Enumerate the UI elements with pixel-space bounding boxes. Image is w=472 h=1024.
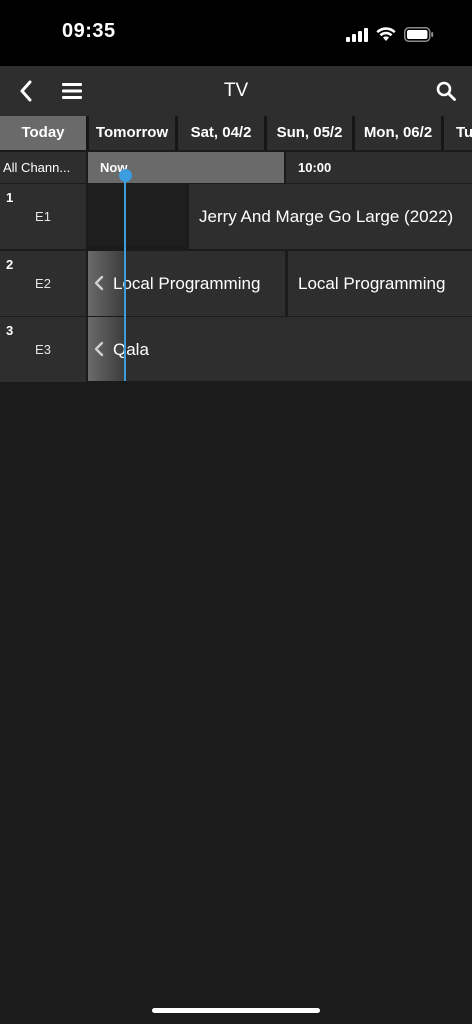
- channel-name: E1: [35, 209, 51, 224]
- program-cell[interactable]: Local Programming: [88, 251, 285, 316]
- channel-name: E2: [35, 276, 51, 291]
- battery-icon: [404, 27, 434, 42]
- program-title: Jerry And Marge Go Large (2022): [199, 207, 454, 226]
- day-tabs: Today Tomorrow Sat, 04/2 Sun, 05/2 Mon, …: [0, 116, 472, 150]
- status-icons: [346, 22, 434, 42]
- tab-sun[interactable]: Sun, 05/2: [267, 116, 352, 150]
- channel-row: 3 E3 Qala: [0, 317, 472, 382]
- channel-name: E3: [35, 342, 51, 357]
- signal-icon: [346, 28, 368, 42]
- now-indicator-line: [124, 176, 126, 381]
- channel-filter-dropdown[interactable]: All Chann...: [0, 152, 86, 183]
- time-slot-now: Now: [88, 152, 284, 183]
- channel-row: 2 E2 Local Programming Local Programming: [0, 251, 472, 316]
- program-title: Local Programming: [298, 274, 446, 293]
- channel-cell[interactable]: 3 E3: [0, 317, 86, 382]
- program-cell[interactable]: [88, 184, 187, 246]
- channel-cell[interactable]: 2 E2: [0, 251, 86, 316]
- navigation-bar: TV: [0, 66, 472, 116]
- tab-tomorrow[interactable]: Tomorrow: [89, 116, 175, 150]
- now-indicator-dot: [119, 169, 132, 182]
- search-icon: [436, 81, 456, 101]
- tab-sat[interactable]: Sat, 04/2: [178, 116, 264, 150]
- tab-mon[interactable]: Mon, 06/2: [355, 116, 441, 150]
- channel-row: 1 E1 Jerry And Marge Go Large (2022): [0, 184, 472, 249]
- channel-cell[interactable]: 1 E1: [0, 184, 86, 249]
- time-slot-10: 10:00: [286, 152, 472, 183]
- tv-guide-screen: 09:35 TV Today Tomorrow Sat, 04/2 Sun, 0…: [0, 0, 472, 1024]
- program-cell[interactable]: Local Programming: [288, 251, 472, 316]
- status-time: 09:35: [62, 20, 116, 42]
- wifi-icon: [376, 27, 396, 42]
- home-indicator[interactable]: [152, 1008, 320, 1013]
- program-cell[interactable]: Jerry And Marge Go Large (2022): [189, 184, 472, 249]
- status-bar: 09:35: [0, 0, 472, 66]
- program-title: Local Programming: [113, 274, 261, 293]
- search-button[interactable]: [424, 66, 468, 116]
- program-cell[interactable]: Qala: [88, 317, 472, 381]
- chevron-left-icon: [94, 275, 104, 291]
- page-title: TV: [223, 80, 249, 101]
- timeline-header: All Chann... Now 10:00: [0, 152, 472, 183]
- channel-number: 1: [6, 190, 14, 205]
- channel-number: 3: [6, 323, 14, 338]
- chevron-left-icon: [94, 341, 104, 357]
- channel-number: 2: [6, 257, 14, 272]
- program-title: Qala: [113, 340, 149, 359]
- time-slot-label: 10:00: [298, 160, 332, 175]
- tab-today[interactable]: Today: [0, 116, 86, 150]
- tab-tue[interactable]: Tue: [444, 116, 472, 150]
